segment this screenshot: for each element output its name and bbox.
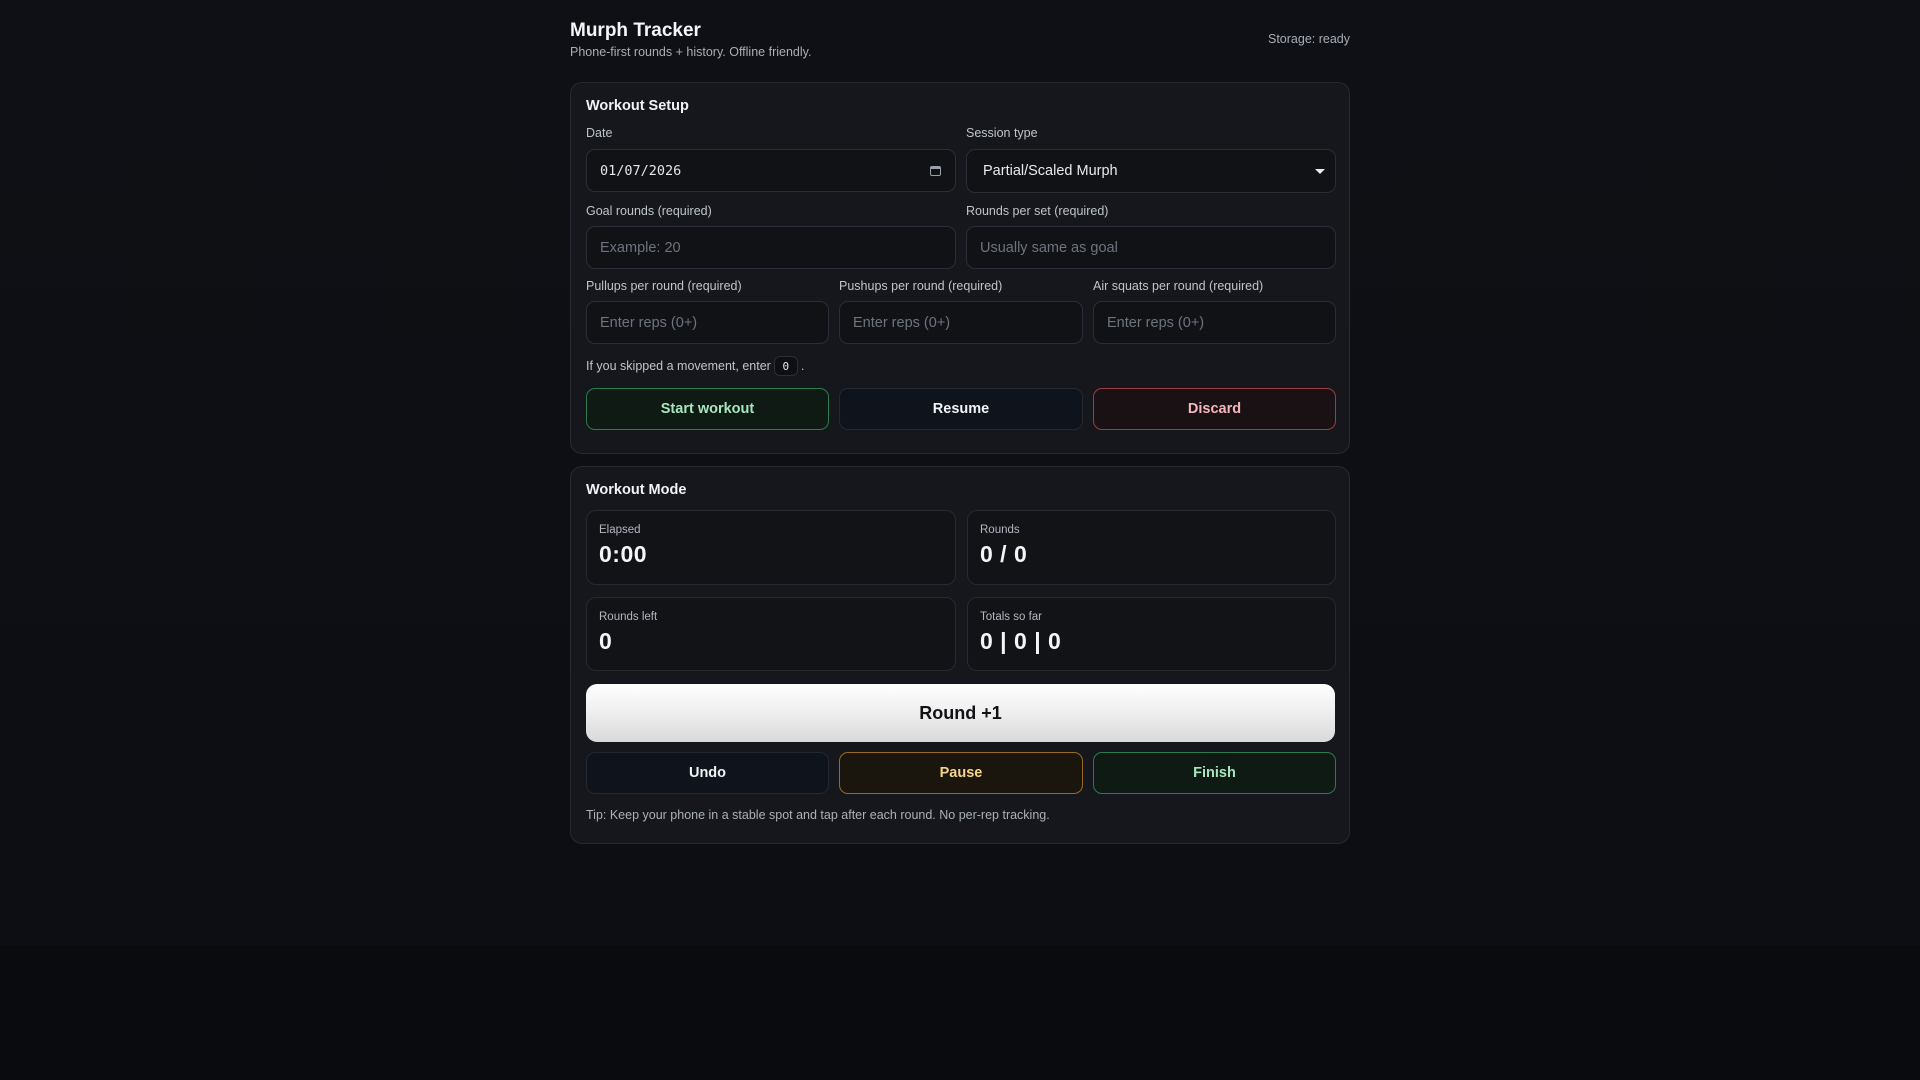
skip-hint: If you skipped a movement, enter 0 . [586,356,804,376]
session-type-value: Partial/Scaled Murph [983,163,1118,179]
squats-input[interactable]: Enter reps (0+) [1093,301,1336,344]
calendar-icon[interactable] [930,165,941,176]
rounds-left-label: Rounds left [599,611,658,623]
discard-button[interactable]: Discard [1093,388,1336,430]
pushups-label: Pushups per round (required) [839,279,1003,293]
workout-setup-title: Workout Setup [586,98,689,114]
date-input[interactable]: 01/07/2026 [586,149,956,192]
undo-button[interactable]: Undo [586,752,829,794]
pullups-input[interactable]: Enter reps (0+) [586,301,829,344]
pushups-input[interactable]: Enter reps (0+) [839,301,1083,344]
totals-value: 0 | 0 | 0 [980,628,1062,654]
squats-placeholder: Enter reps (0+) [1107,314,1205,331]
app-header: Murph Tracker Phone-first rounds + histo… [570,0,1350,82]
pullups-label: Pullups per round (required) [586,279,742,293]
rounds-left-value: 0 [599,628,613,654]
rounds-left-stat: Rounds left 0 [586,597,956,671]
resume-button[interactable]: Resume [839,388,1083,430]
pullups-placeholder: Enter reps (0+) [600,314,698,331]
totals-stat: Totals so far 0 | 0 | 0 [967,597,1336,671]
rounds-stat: Rounds 0 / 0 [967,510,1336,585]
elapsed-label: Elapsed [599,524,641,536]
rounds-per-set-label: Rounds per set (required) [966,204,1109,218]
skip-hint-value: 0 [773,356,798,376]
rounds-label: Rounds [980,524,1020,536]
rounds-per-set-placeholder: Usually same as goal [980,239,1118,256]
elapsed-stat: Elapsed 0:00 [586,510,956,585]
goal-rounds-label: Goal rounds (required) [586,204,712,218]
storage-status: Storage: ready [1268,32,1350,46]
workout-mode-card: Workout Mode Elapsed 0:00 Rounds 0 / 0 R… [570,466,1350,844]
session-type-select[interactable]: Partial/Scaled Murph [966,149,1336,193]
goal-rounds-placeholder: Example: 20 [600,239,681,256]
squats-label: Air squats per round (required) [1093,279,1264,293]
elapsed-value: 0:00 [599,541,648,567]
workout-tip: Tip: Keep your phone in a stable spot an… [586,808,1050,822]
workout-mode-title: Workout Mode [586,482,687,498]
pause-button[interactable]: Pause [839,752,1083,794]
page-footer-area [0,945,1920,1080]
skip-hint-suffix: . [800,359,805,373]
totals-label: Totals so far [980,611,1042,623]
start-workout-button[interactable]: Start workout [586,388,829,430]
skip-hint-text: If you skipped a movement, enter [586,359,771,373]
finish-button[interactable]: Finish [1093,752,1336,794]
goal-rounds-input[interactable]: Example: 20 [586,226,956,269]
rounds-value: 0 / 0 [980,541,1028,567]
session-type-label: Session type [966,126,1038,140]
app-title: Murph Tracker [570,20,701,41]
chevron-down-icon [1315,169,1325,174]
date-label: Date [586,126,613,140]
app-container: Murph Tracker Phone-first rounds + histo… [570,0,1350,844]
workout-setup-card: Workout Setup Date 01/07/2026 Session ty… [570,82,1350,454]
pushups-placeholder: Enter reps (0+) [853,314,951,331]
round-plus-one-button[interactable]: Round +1 [586,684,1335,742]
app-subtitle: Phone-first rounds + history. Offline fr… [570,45,812,59]
rounds-per-set-input[interactable]: Usually same as goal [966,226,1336,269]
date-value: 01/07/2026 [600,162,682,179]
